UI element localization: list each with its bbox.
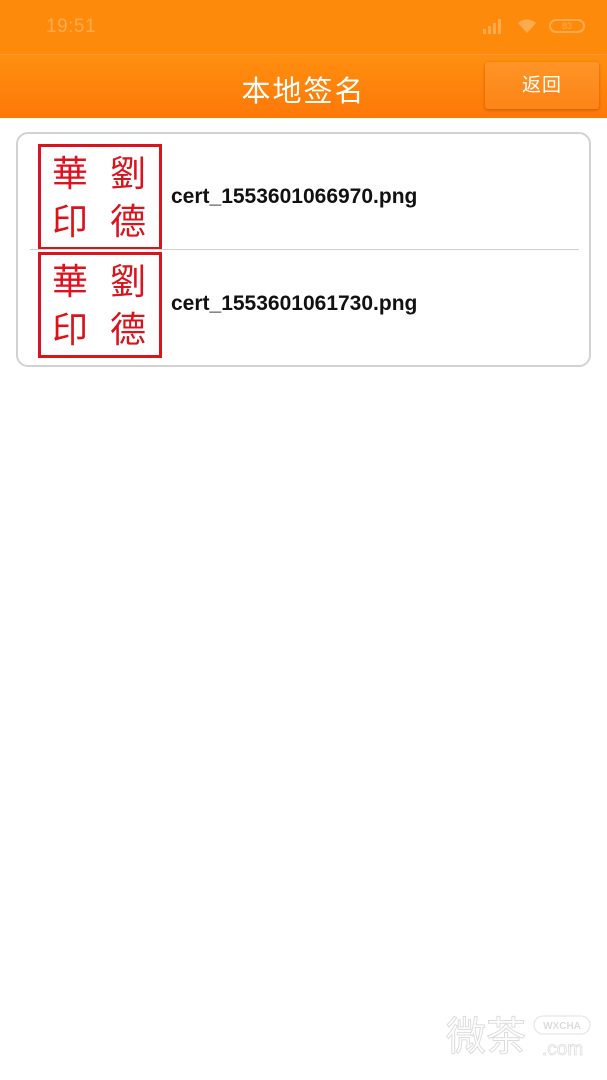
watermark-logo: 微茶 WXCHA .com (446, 1014, 591, 1060)
seal-char: 劉 (110, 154, 146, 195)
file-name: cert_1553601066970.png (171, 185, 418, 208)
watermark-brand: WXCHA (543, 1021, 581, 1032)
seal-char: 印 (52, 310, 88, 351)
seal-char: 德 (110, 202, 146, 243)
seal-char: 華 (52, 262, 88, 303)
seal-char: 印 (52, 202, 88, 243)
seal-char: 劉 (110, 262, 146, 303)
battery-level: 83 (561, 20, 572, 31)
file-name: cert_1553601061730.png (171, 292, 418, 315)
watermark-suffix: .com (542, 1039, 583, 1060)
status-icons: 83 (481, 17, 585, 34)
battery-icon: 83 (549, 18, 585, 33)
status-bar: 19:51 83 (0, 0, 607, 54)
seal-char: 華 (52, 154, 88, 195)
seal-image: 劉 華 德 印 (38, 144, 162, 250)
cert-list: 劉 華 德 印 cert_1553601066970.png 劉 華 德 印 c… (16, 132, 591, 367)
list-item[interactable]: 劉 華 德 印 cert_1553601061730.png (18, 250, 589, 365)
app-header: 本地签名 返回 (0, 54, 607, 118)
watermark-chars: 微茶 (446, 1014, 526, 1060)
wifi-icon (518, 18, 536, 33)
status-time: 19:51 (46, 16, 97, 37)
back-button[interactable]: 返回 (485, 62, 599, 109)
seal-char: 德 (110, 310, 146, 351)
list-item[interactable]: 劉 華 德 印 cert_1553601066970.png (18, 134, 589, 250)
signal-icon (483, 19, 501, 34)
seal-image: 劉 華 德 印 (38, 252, 162, 358)
